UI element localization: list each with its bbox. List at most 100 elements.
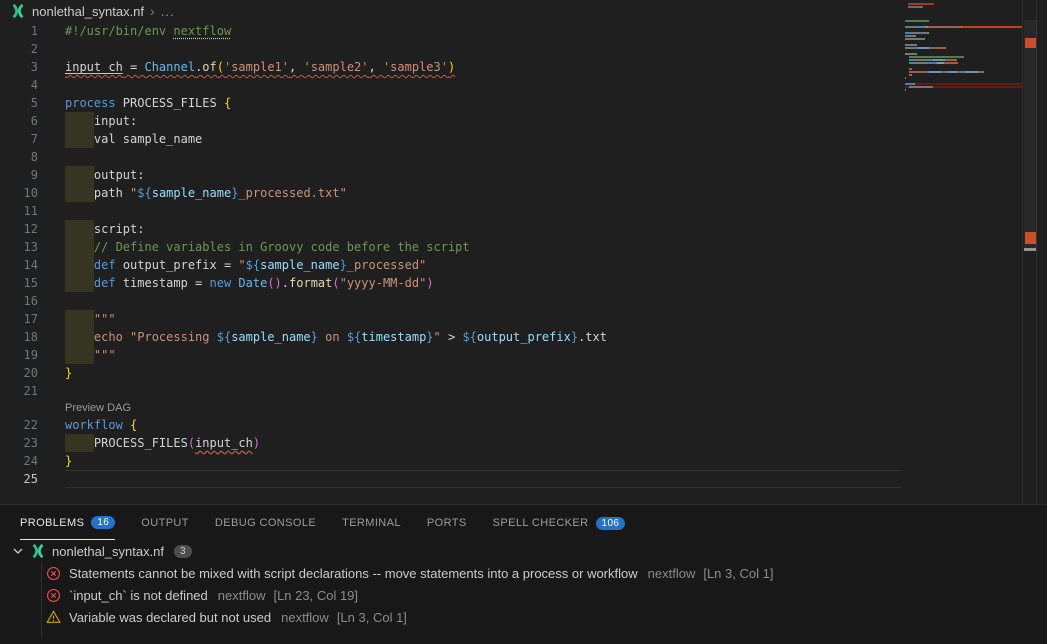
panel-tab-label: PROBLEMS (20, 517, 84, 529)
code-line[interactable]: 24} (0, 452, 905, 470)
problem-row[interactable]: `input_ch` is not definednextflow[Ln 23,… (0, 584, 1047, 606)
line-number[interactable]: 2 (0, 40, 38, 58)
code-line-text: input: (65, 112, 137, 130)
line-number[interactable]: 19 (0, 346, 38, 364)
panel-tab-ports[interactable]: PORTS (427, 506, 467, 540)
line-number[interactable]: 3 (0, 58, 38, 76)
line-number[interactable]: 15 (0, 274, 38, 292)
line-number[interactable]: 18 (0, 328, 38, 346)
minimap-line (905, 23, 1022, 25)
breadcrumb-symbol-ellipsis[interactable]: ... (161, 4, 175, 19)
code-line[interactable]: 10 path "${sample_name}_processed.txt" (0, 184, 905, 202)
code-line-text: """ (65, 346, 116, 364)
line-number[interactable]: 8 (0, 148, 38, 166)
code-line[interactable]: 1#!/usr/bin/env nextflow (0, 22, 905, 40)
code-line[interactable]: 2 (0, 40, 905, 58)
chevron-down-icon[interactable] (12, 545, 24, 557)
bottom-panel: PROBLEMS16 OUTPUT DEBUG CONSOLE TERMINAL POR… (0, 506, 1047, 644)
line-number[interactable]: 16 (0, 292, 38, 310)
code-line[interactable]: 16 (0, 292, 905, 310)
panel-tab-terminal[interactable]: TERMINAL (342, 506, 401, 540)
problem-message: Statements cannot be mixed with script d… (69, 566, 638, 581)
code-line[interactable]: 17 """ (0, 310, 905, 328)
panel-tab-label: TERMINAL (342, 517, 401, 529)
code-line[interactable]: 6 input: (0, 112, 905, 130)
code-line-text: } (65, 364, 72, 382)
breadcrumb-filename[interactable]: nonlethal_syntax.nf (32, 4, 144, 19)
line-number[interactable]: 5 (0, 94, 38, 112)
code-line[interactable]: 5process PROCESS_FILES { (0, 94, 905, 112)
code-line[interactable]: 18 echo "Processing ${sample_name} on ${… (0, 328, 905, 346)
code-line[interactable]: 20} (0, 364, 905, 382)
code-line[interactable]: 11 (0, 202, 905, 220)
minimap-line (905, 74, 1022, 76)
code-line-text: echo "Processing ${sample_name} on ${tim… (65, 328, 607, 346)
vscode-window: nonlethal_syntax.nf › ... 1#!/usr/bin/en… (0, 0, 1047, 644)
code-line[interactable]: 15 def timestamp = new Date().format("yy… (0, 274, 905, 292)
problem-row[interactable]: Statements cannot be mixed with script d… (0, 562, 1047, 584)
code-line[interactable]: 22workflow { (0, 416, 905, 434)
line-number[interactable]: 20 (0, 364, 38, 382)
minimap-line (905, 56, 1022, 58)
line-number[interactable]: 22 (0, 416, 38, 434)
minimap-top-marks (908, 3, 934, 8)
code-line[interactable]: 21 (0, 382, 905, 400)
problems-list: Statements cannot be mixed with script d… (0, 562, 1047, 628)
code-line-text: script: (65, 220, 144, 238)
problems-count-badge: 3 (174, 545, 192, 558)
editor-pane: nonlethal_syntax.nf › ... 1#!/usr/bin/en… (0, 0, 1047, 505)
problem-row[interactable]: Variable was declared but not usednextfl… (0, 606, 1047, 628)
line-number[interactable]: 21 (0, 382, 38, 400)
code-line[interactable]: 3 input_ch = Channel.of('sample1', 'sampl… (0, 58, 905, 76)
code-line-text: PROCESS_FILES(input_ch) (65, 434, 260, 452)
line-number[interactable]: 23 (0, 434, 38, 452)
minimap-line (905, 26, 1022, 28)
line-number[interactable]: 4 (0, 76, 38, 94)
line-number[interactable]: 14 (0, 256, 38, 274)
code-line[interactable]: 7 val sample_name (0, 130, 905, 148)
line-number[interactable]: 25 (0, 470, 38, 488)
minimap[interactable] (905, 20, 1022, 95)
minimap-line (905, 38, 1022, 40)
panel-tab-spell-checker[interactable]: SPELL CHECKER106 (493, 506, 626, 540)
code-line-text: def timestamp = new Date().format("yyyy-… (65, 274, 434, 292)
problem-source: nextflow (281, 610, 329, 625)
code-line[interactable]: 8 (0, 148, 905, 166)
code-line[interactable]: 12 script: (0, 220, 905, 238)
minimap-line (905, 83, 1022, 85)
line-number[interactable]: 1 (0, 22, 38, 40)
tree-indent-guide (41, 562, 42, 638)
code-line[interactable]: 25 (0, 470, 905, 488)
line-number[interactable]: 13 (0, 238, 38, 256)
code-line[interactable]: 14 def output_prefix = "${sample_name}_p… (0, 256, 905, 274)
code-line[interactable]: 4 (0, 76, 905, 94)
breadcrumb[interactable]: nonlethal_syntax.nf › ... (0, 0, 900, 22)
code-line[interactable]: 9 output: (0, 166, 905, 184)
line-number[interactable]: 9 (0, 166, 38, 184)
code-area[interactable]: 1#!/usr/bin/env nextflow23input_ch = Cha… (0, 22, 905, 488)
line-number[interactable]: 12 (0, 220, 38, 238)
minimap-line (905, 35, 1022, 37)
code-line[interactable]: 13 // Define variables in Groovy code be… (0, 238, 905, 256)
line-number[interactable]: 10 (0, 184, 38, 202)
panel-tab-badge: 106 (596, 517, 626, 530)
codelens-preview-dag-link[interactable]: Preview DAG (65, 400, 131, 416)
code-line-text: input_ch = Channel.of('sample1', 'sample… (65, 58, 455, 76)
panel-tab-output[interactable]: OUTPUT (141, 506, 189, 540)
panel-tab-problems[interactable]: PROBLEMS16 (20, 506, 115, 540)
line-number[interactable]: 7 (0, 130, 38, 148)
editor-scrollbar[interactable] (1022, 0, 1037, 504)
minimap-line (905, 47, 1022, 49)
line-number[interactable]: 24 (0, 452, 38, 470)
line-number[interactable]: 11 (0, 202, 38, 220)
panel-tab-debug-console[interactable]: DEBUG CONSOLE (215, 506, 316, 540)
minimap-line (905, 59, 1022, 61)
minimap-line (905, 32, 1022, 34)
code-line[interactable]: 19 """ (0, 346, 905, 364)
code-line-text: output: (65, 166, 144, 184)
code-line[interactable]: 23 PROCESS_FILES(input_ch) (0, 434, 905, 452)
line-number[interactable]: 17 (0, 310, 38, 328)
scrollbar-slider[interactable] (1024, 20, 1037, 250)
problems-file-row[interactable]: nonlethal_syntax.nf 3 (0, 540, 1047, 562)
line-number[interactable]: 6 (0, 112, 38, 130)
